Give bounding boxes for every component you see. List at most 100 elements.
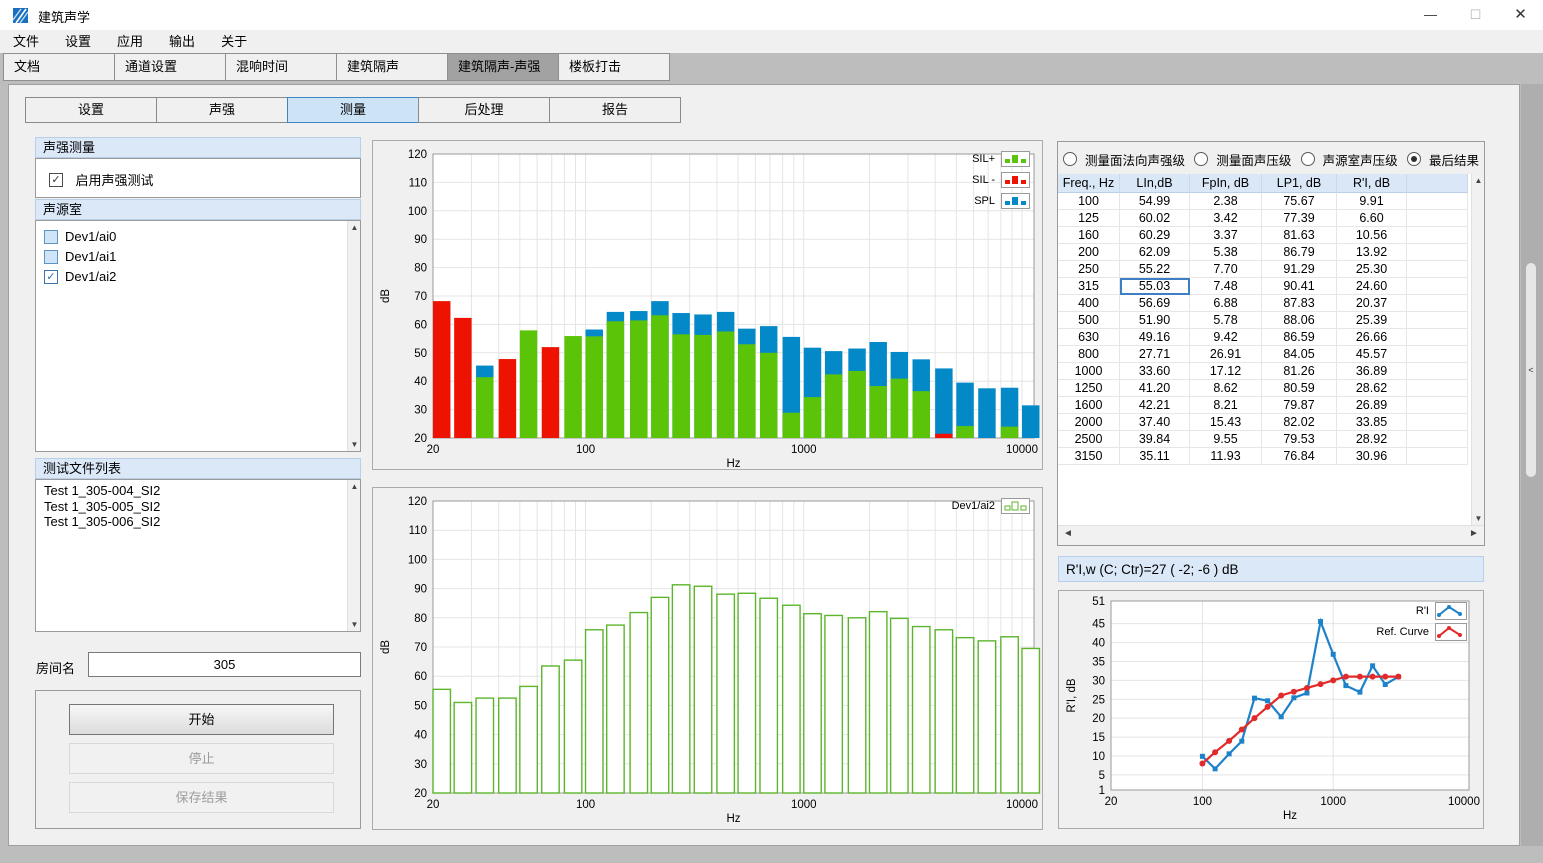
tab-3[interactable]: 建筑隔声 (336, 53, 448, 81)
scroll-left-icon[interactable]: ◄ (1060, 526, 1076, 542)
table-cell[interactable]: 60.29 (1120, 227, 1190, 244)
table-cell[interactable]: 88.06 (1262, 312, 1337, 329)
scroll-down-icon[interactable]: ▼ (348, 438, 361, 451)
table-cell[interactable] (1407, 397, 1468, 414)
table-vertical-scrollbar[interactable]: ▲ ▼ (1471, 174, 1484, 525)
table-cell[interactable]: 8.62 (1190, 380, 1262, 397)
table-cell[interactable]: 7.70 (1190, 261, 1262, 278)
table-cell[interactable]: 60.02 (1120, 210, 1190, 227)
tab-1[interactable]: 通道设置 (114, 53, 226, 81)
channel-checkbox[interactable] (44, 250, 58, 264)
subtab-1[interactable]: 声强 (156, 97, 288, 123)
minimize-button[interactable]: — (1408, 0, 1453, 30)
table-cell[interactable]: 315 (1058, 278, 1120, 295)
table-cell[interactable]: 42.21 (1120, 397, 1190, 414)
table-cell[interactable] (1407, 210, 1468, 227)
table-cell[interactable]: 2000 (1058, 414, 1120, 431)
table-cell[interactable]: 9.55 (1190, 431, 1262, 448)
scroll-right-icon[interactable]: ► (1466, 526, 1482, 542)
radio-option-0[interactable]: 测量面法向声强级 (1063, 150, 1185, 169)
save-results-button[interactable]: 保存结果 (69, 782, 334, 813)
table-cell[interactable]: 20.37 (1337, 295, 1407, 312)
table-cell[interactable]: 28.62 (1337, 380, 1407, 397)
subtab-4[interactable]: 报告 (549, 97, 681, 123)
table-cell[interactable]: 2500 (1058, 431, 1120, 448)
table-cell[interactable]: 62.09 (1120, 244, 1190, 261)
table-header-cell[interactable] (1407, 174, 1468, 193)
room-name-input[interactable] (88, 652, 361, 677)
table-cell[interactable]: 9.42 (1190, 329, 1262, 346)
radio-option-2[interactable]: 声源室声压级 (1301, 150, 1398, 169)
table-cell[interactable]: 26.91 (1190, 346, 1262, 363)
table-cell[interactable]: 100 (1058, 193, 1120, 210)
table-cell[interactable]: 81.63 (1262, 227, 1337, 244)
table-cell[interactable]: 17.12 (1190, 363, 1262, 380)
table-cell[interactable]: 250 (1058, 261, 1120, 278)
start-button[interactable]: 开始 (69, 704, 334, 735)
menu-item-4[interactable]: 关于 (208, 30, 260, 53)
scroll-up-icon[interactable]: ▲ (348, 480, 361, 493)
table-cell[interactable]: 84.05 (1262, 346, 1337, 363)
table-cell[interactable]: 54.99 (1120, 193, 1190, 210)
channel-checkbox[interactable]: ✓ (44, 270, 58, 284)
scroll-up-icon[interactable]: ▲ (1472, 174, 1485, 187)
table-cell[interactable]: 6.60 (1337, 210, 1407, 227)
table-cell[interactable]: 11.93 (1190, 448, 1262, 465)
subtab-0[interactable]: 设置 (25, 97, 157, 123)
table-cell[interactable]: 5.38 (1190, 244, 1262, 261)
table-cell[interactable] (1407, 448, 1468, 465)
table-cell[interactable]: 51.90 (1120, 312, 1190, 329)
menu-item-1[interactable]: 设置 (52, 30, 104, 53)
radio-button[interactable] (1301, 152, 1315, 166)
table-cell[interactable]: 81.26 (1262, 363, 1337, 380)
table-cell[interactable]: 41.20 (1120, 380, 1190, 397)
table-cell[interactable] (1407, 346, 1468, 363)
table-cell[interactable]: 25.30 (1337, 261, 1407, 278)
table-cell[interactable]: 9.91 (1337, 193, 1407, 210)
file-list-scrollbar[interactable]: ▲ ▼ (347, 480, 360, 631)
table-cell[interactable]: 56.69 (1120, 295, 1190, 312)
table-cell[interactable]: 1000 (1058, 363, 1120, 380)
menu-item-3[interactable]: 输出 (156, 30, 208, 53)
table-cell[interactable]: 400 (1058, 295, 1120, 312)
table-header-cell[interactable]: LIn,dB (1120, 174, 1190, 193)
table-cell[interactable]: 77.39 (1262, 210, 1337, 227)
table-cell[interactable]: 79.53 (1262, 431, 1337, 448)
table-cell[interactable]: 86.79 (1262, 244, 1337, 261)
table-cell[interactable]: 33.60 (1120, 363, 1190, 380)
table-cell[interactable]: 13.92 (1337, 244, 1407, 261)
radio-button[interactable] (1407, 152, 1421, 166)
table-header-cell[interactable]: R'I, dB (1337, 174, 1407, 193)
table-cell[interactable]: 6.88 (1190, 295, 1262, 312)
radio-option-1[interactable]: 测量面声压级 (1194, 150, 1291, 169)
table-cell[interactable]: 75.67 (1262, 193, 1337, 210)
table-cell[interactable]: 8.21 (1190, 397, 1262, 414)
table-cell[interactable]: 10.56 (1337, 227, 1407, 244)
table-cell[interactable]: 26.89 (1337, 397, 1407, 414)
table-cell[interactable]: 76.84 (1262, 448, 1337, 465)
table-cell[interactable]: 39.84 (1120, 431, 1190, 448)
channel-list-scrollbar[interactable]: ▲ ▼ (347, 221, 360, 451)
channel-checkbox[interactable] (44, 230, 58, 244)
test-file-item[interactable]: Test 1_305-005_SI2 (36, 499, 360, 515)
table-cell[interactable]: 125 (1058, 210, 1120, 227)
table-cell[interactable] (1407, 380, 1468, 397)
menu-item-2[interactable]: 应用 (104, 30, 156, 53)
collapse-panel-handle[interactable]: < (1526, 263, 1536, 477)
table-cell[interactable]: 15.43 (1190, 414, 1262, 431)
tab-5[interactable]: 楼板打击 (558, 53, 670, 81)
table-cell[interactable] (1407, 329, 1468, 346)
table-cell[interactable]: 7.48 (1190, 278, 1262, 295)
table-cell[interactable]: 200 (1058, 244, 1120, 261)
channel-item[interactable]: Dev1/ai0 (36, 226, 360, 246)
table-cell[interactable]: 500 (1058, 312, 1120, 329)
table-cell[interactable] (1407, 261, 1468, 278)
table-cell[interactable]: 37.40 (1120, 414, 1190, 431)
subtab-2[interactable]: 测量 (287, 97, 419, 123)
table-cell[interactable]: 26.66 (1337, 329, 1407, 346)
table-cell[interactable]: 87.83 (1262, 295, 1337, 312)
enable-si-test-checkbox-row[interactable]: ✓ 启用声强测试 (49, 170, 360, 189)
table-cell[interactable] (1407, 312, 1468, 329)
table-cell[interactable]: 55.22 (1120, 261, 1190, 278)
table-cell[interactable] (1407, 278, 1468, 295)
